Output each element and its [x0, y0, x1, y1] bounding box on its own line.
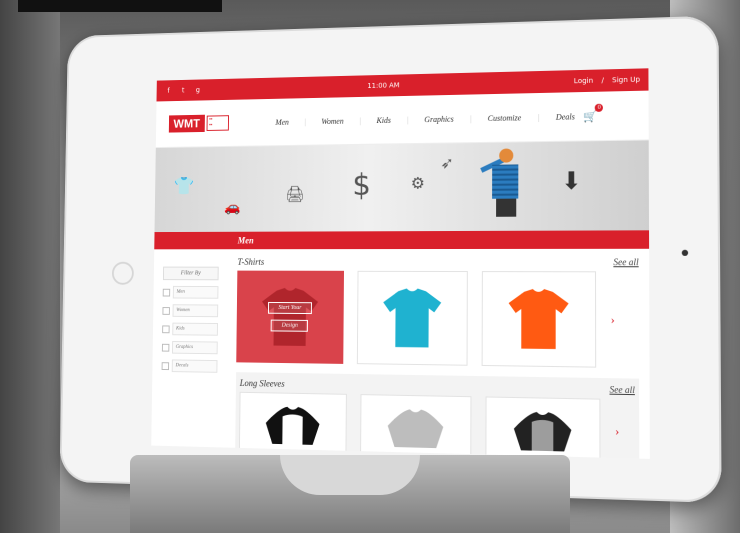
filter-item-men[interactable]: Men [162, 285, 219, 299]
filter-item-graphics[interactable]: Graphics [161, 341, 218, 355]
dark-corner [18, 0, 222, 12]
raglan-shirt-icon [265, 406, 320, 446]
product-card[interactable] [481, 271, 597, 368]
banner-person [492, 148, 520, 218]
section-long-sleeves: Long Sleeves See all › [235, 372, 640, 459]
doodle-big-arrow-icon: ⬇ [560, 166, 582, 196]
logo-tagline-mark: ▪▪ ▪▪ [206, 115, 229, 131]
filter-item-kids[interactable]: Kids [162, 322, 218, 336]
site-header: WMT ▪▪ ▪▪ Men | Women | Kids | Graphics | Cus… [155, 90, 649, 149]
doodle-dollar-shirt-icon: $ [352, 168, 372, 203]
product-area: T-Shirts See all Start Your Design › Lon… [235, 257, 640, 459]
nav-item-deals[interactable]: Deals [556, 112, 575, 121]
blue-tshirt-icon [382, 288, 442, 348]
content-area: Filter By Men Women Kids Graphics Decals… [151, 249, 650, 459]
doodle-shirt-icon: 👕 [173, 176, 195, 197]
auth-links: Login / Sign Up [573, 75, 641, 86]
doodle-arrow-icon: ➶ [440, 153, 454, 173]
facebook-icon[interactable]: f [164, 86, 173, 96]
filter-title: Filter By [162, 266, 219, 281]
status-time: 11:00 AM [367, 81, 400, 90]
home-button[interactable] [111, 261, 134, 285]
filter-item-decals[interactable]: Decals [161, 359, 218, 373]
nav-item-customize[interactable]: Customize [488, 113, 521, 123]
checkbox[interactable] [161, 343, 170, 352]
category-title: Men [237, 235, 254, 246]
google-icon[interactable]: g [193, 85, 202, 95]
main-nav: Men | Women | Kids | Graphics | Customize | D… [275, 111, 575, 127]
section-title: T-Shirts [237, 257, 265, 267]
product-card[interactable] [356, 270, 468, 366]
social-links: f t g [164, 85, 203, 95]
hero-banner: 👕 🚗 🖨 $ ⚙ ➶ ⬇ [154, 140, 650, 233]
section-title: Long Sleeves [239, 378, 285, 389]
next-arrow-icon[interactable]: › [611, 312, 615, 327]
grey-sweater-icon [387, 408, 444, 449]
design-your-own-card[interactable]: Start Your Design [236, 270, 345, 364]
camera-dot [681, 249, 689, 256]
next-arrow-icon[interactable]: › [615, 423, 619, 439]
cart-badge: 0 [595, 103, 604, 112]
nav-item-women[interactable]: Women [321, 116, 343, 125]
product-row-long-sleeves: › [238, 391, 635, 459]
site-logo[interactable]: WMT ▪▪ ▪▪ [168, 114, 229, 133]
product-card[interactable] [360, 394, 472, 459]
background-left [0, 0, 60, 533]
tablet-screen: f t g 11:00 AM Login / Sign Up WMT ▪▪ ▪▪ … [151, 68, 650, 459]
start-design-button[interactable]: Start Your [267, 301, 313, 315]
doodle-gear-icon: ⚙ [410, 173, 425, 193]
twitter-icon[interactable]: t [179, 86, 188, 96]
product-card[interactable] [238, 391, 347, 456]
checkbox[interactable] [161, 361, 170, 370]
tablet-device: f t g 11:00 AM Login / Sign Up WMT ▪▪ ▪▪ … [59, 15, 722, 504]
filter-item-women[interactable]: Women [162, 304, 219, 318]
nav-item-graphics[interactable]: Graphics [424, 114, 453, 123]
see-all-link[interactable]: See all [609, 384, 634, 395]
doodle-printer-icon: 🖨 [285, 184, 305, 204]
stand-slot [280, 455, 420, 495]
design-button[interactable]: Design [271, 319, 309, 332]
raglan-grey-shirt-icon [513, 411, 572, 452]
checkbox[interactable] [162, 306, 170, 315]
checkbox[interactable] [162, 288, 171, 297]
logo-text: WMT [168, 114, 205, 133]
section-header-tshirts: T-Shirts See all [237, 257, 638, 267]
product-card[interactable] [485, 396, 601, 459]
see-all-link[interactable]: See all [613, 257, 638, 267]
checkbox[interactable] [162, 324, 170, 333]
orange-tshirt-icon [508, 288, 569, 350]
cart-icon[interactable]: 🛒 0 [583, 103, 604, 123]
signup-link[interactable]: Sign Up [612, 76, 640, 85]
category-bar: Men [154, 230, 650, 250]
login-link[interactable]: Login [574, 77, 593, 85]
filter-sidebar: Filter By Men Women Kids Graphics Decals [160, 266, 219, 453]
product-row-tshirts: Start Your Design › [236, 270, 639, 369]
nav-item-men[interactable]: Men [275, 117, 289, 126]
nav-item-kids[interactable]: Kids [377, 115, 391, 124]
doodle-car-icon: 🚗 [224, 199, 241, 216]
